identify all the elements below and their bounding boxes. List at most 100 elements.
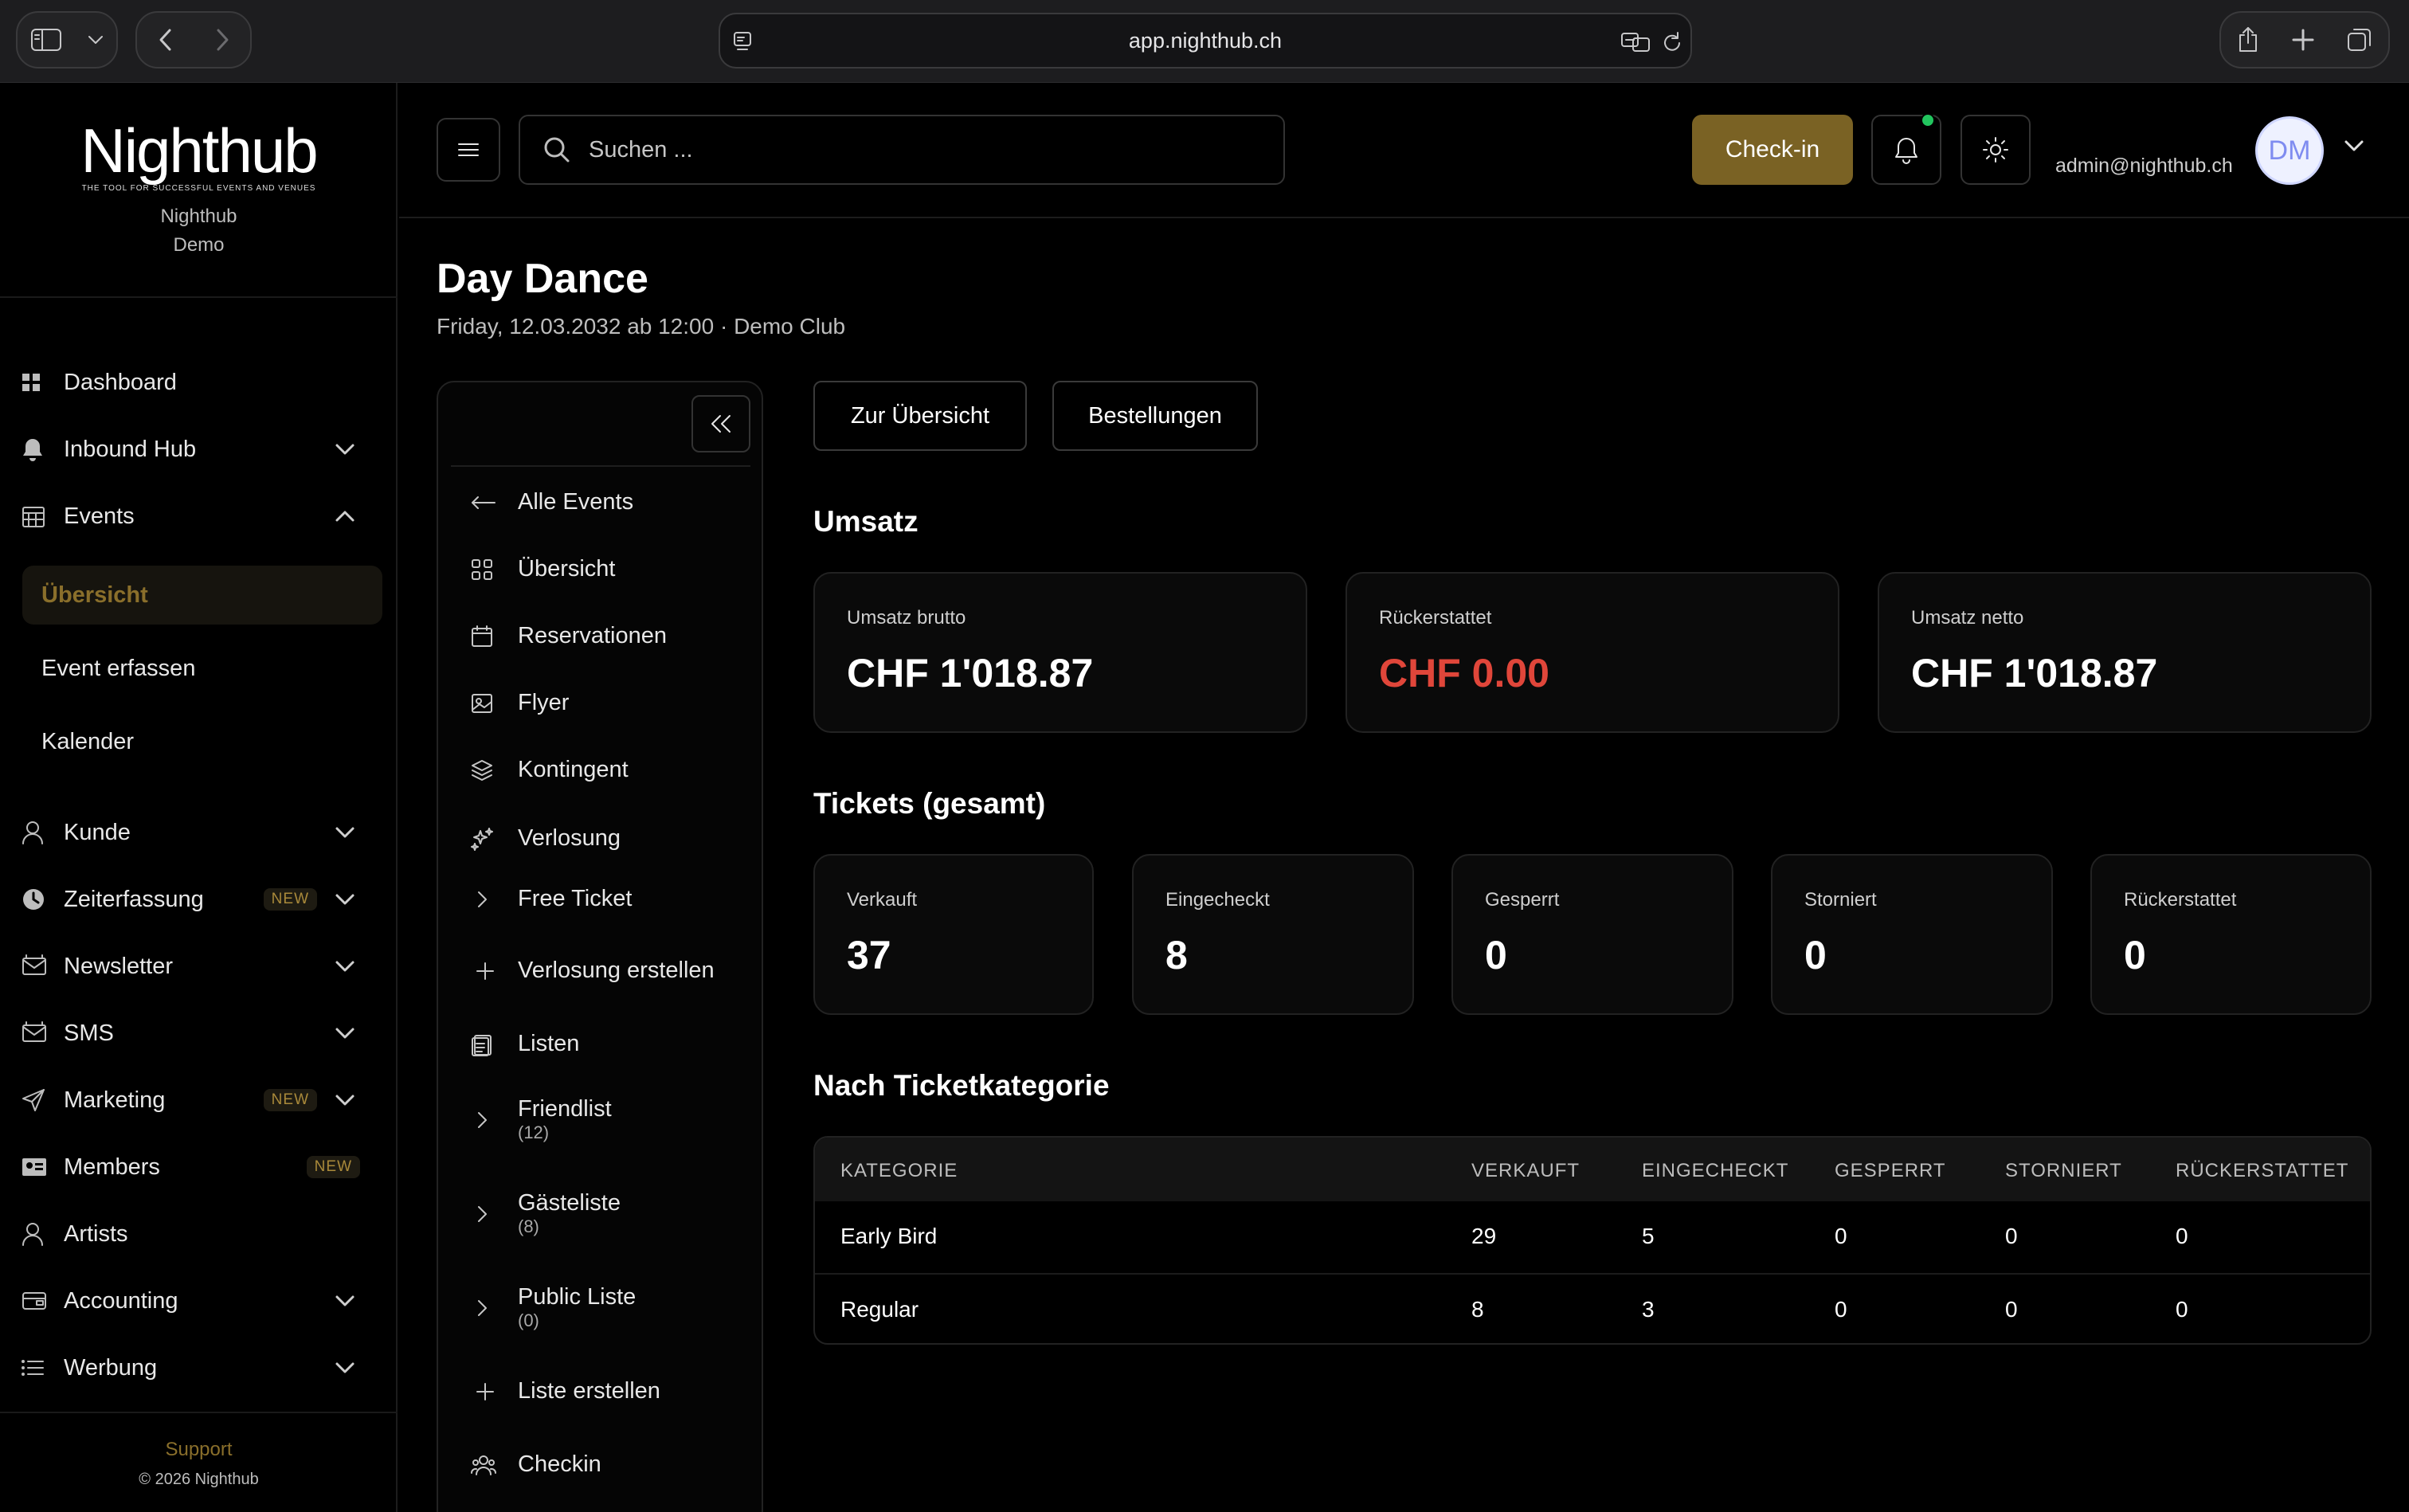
ticket-card-storniert: Storniert 0 (1771, 854, 2053, 1015)
checkin-button[interactable]: Check-in (1692, 115, 1853, 185)
ticket-card-verkauft: Verkauft 37 (813, 854, 1094, 1015)
sidebar-item-inbound-hub[interactable]: Inbound Hub (21, 425, 379, 473)
sidebar-toggle-button[interactable] (16, 11, 118, 69)
url-text: app.nighthub.ch (1128, 29, 1283, 53)
sidebar-item-label: Zeiterfassung (64, 886, 204, 912)
sidebar: Nighthub THE TOOL FOR SUCCESSFUL EVENTS … (0, 83, 398, 1512)
grid-icon (470, 558, 518, 582)
avatar[interactable]: DM (2255, 116, 2324, 185)
sidebar-item-sms[interactable]: SMS (21, 1009, 379, 1057)
address-bar[interactable]: app.nighthub.ch (719, 13, 1692, 69)
table-cell: 0 (2005, 1224, 2018, 1248)
subnav-item-reservationen[interactable]: Reservationen (470, 623, 749, 649)
sidebar-subitem-uebersicht[interactable]: Übersicht (22, 566, 382, 625)
back-icon[interactable] (158, 28, 174, 52)
column-header[interactable]: KATEGORIE (840, 1160, 958, 1182)
history-nav (135, 11, 252, 69)
new-badge: NEW (263, 1089, 317, 1111)
column-header[interactable]: VERKAUFT (1471, 1160, 1580, 1182)
list-count: (8) (518, 1216, 539, 1236)
sidebar-item-zeiterfassung[interactable]: Zeiterfassung NEW (21, 875, 379, 923)
subnav-child-verlosung-erstellen[interactable]: Verlosung erstellen (475, 958, 754, 984)
subnav-child-gaesteliste[interactable]: Gästeliste (8) (475, 1190, 754, 1237)
reload-icon[interactable] (1662, 30, 1684, 54)
chevron-down-icon[interactable] (335, 1361, 355, 1374)
page-title: Day Dance (437, 256, 648, 302)
subnav-child-liste-erstellen[interactable]: Liste erstellen (475, 1378, 754, 1404)
sidebar-item-marketing[interactable]: Marketing NEW (21, 1076, 379, 1124)
sidebar-subitem-event-erfassen[interactable]: Event erfassen (22, 639, 382, 698)
subnav-item-uebersicht[interactable]: Übersicht (470, 556, 749, 582)
column-header[interactable]: EINGECHECKT (1642, 1160, 1788, 1182)
ticket-card-eingecheckt: Eingecheckt 8 (1132, 854, 1414, 1015)
sidebar-item-kunde[interactable]: Kunde (21, 809, 379, 856)
zur-uebersicht-button[interactable]: Zur Übersicht (813, 381, 1027, 451)
sidebar-item-members[interactable]: Members NEW (21, 1143, 379, 1191)
sidebar-item-accounting[interactable]: Accounting (21, 1277, 379, 1325)
sidebar-item-newsletter[interactable]: Newsletter (21, 942, 379, 990)
collapse-subnav-button[interactable] (691, 395, 750, 452)
share-icon[interactable] (2236, 25, 2260, 54)
subnav-item-listen[interactable]: Listen (470, 1031, 749, 1057)
chevron-down-icon[interactable] (335, 1295, 355, 1307)
table-row[interactable]: Early Bird 29 5 0 0 0 (815, 1201, 2370, 1273)
notification-dot (1921, 113, 1935, 127)
column-header[interactable]: GESPERRT (1835, 1160, 1946, 1182)
revenue-card-brutto: Umsatz brutto CHF 1'018.87 (813, 572, 1307, 733)
revenue-card-rueckerstattet: Rückerstattet CHF 0.00 (1346, 572, 1839, 733)
chevron-down-icon[interactable] (2343, 139, 2365, 153)
support-link[interactable]: Support (0, 1439, 398, 1461)
nighthub-logo[interactable]: Nighthub THE TOOL FOR SUCCESSFUL EVENTS … (0, 115, 398, 193)
sidebar-item-werbung[interactable]: Werbung (21, 1344, 379, 1392)
subnav-child-free-ticket[interactable]: Free Ticket (475, 886, 754, 912)
subnav-item-flyer[interactable]: Flyer (470, 690, 749, 716)
translate-icon[interactable] (1620, 30, 1652, 54)
notifications-button[interactable] (1871, 113, 1941, 185)
chevron-right-icon (475, 1110, 518, 1130)
card-value: 0 (2124, 933, 2146, 977)
menu-button[interactable] (437, 118, 500, 182)
tab-overview-icon[interactable] (2346, 26, 2373, 53)
forward-icon[interactable] (214, 28, 230, 52)
sidebar-subitem-kalender[interactable]: Kalender (22, 712, 382, 771)
chevron-down-icon[interactable] (335, 1094, 355, 1107)
bestellungen-button[interactable]: Bestellungen (1052, 381, 1258, 451)
chevron-down-icon[interactable] (335, 443, 355, 456)
chevron-down-icon[interactable] (335, 960, 355, 973)
sidebar-item-label: Artists (64, 1220, 128, 1247)
clock-icon (21, 887, 64, 912)
section-title-umsatz: Umsatz (813, 505, 919, 538)
organization-line2: Demo (173, 234, 225, 256)
table-cell: 0 (2176, 1297, 2188, 1322)
subnav-item-alle-events[interactable]: Alle Events (470, 489, 749, 515)
column-header[interactable]: STORNIERT (2005, 1160, 2122, 1182)
sidebar-item-artists[interactable]: Artists (21, 1210, 379, 1258)
subnav-child-label: Liste erstellen (518, 1378, 660, 1404)
subnav-item-verlosung[interactable]: Verlosung (470, 825, 749, 852)
new-tab-icon[interactable] (2291, 28, 2315, 52)
theme-toggle-button[interactable] (1960, 115, 2031, 185)
subnav-child-friendlist[interactable]: Friendlist (12) (475, 1096, 754, 1143)
top-header: Suchen ... Check-in admin@nighthub.ch DM (399, 83, 2409, 218)
subnav-item-label: Kontingent (518, 757, 629, 782)
card-value: 37 (847, 933, 891, 977)
sidebar-item-label: Members (64, 1154, 160, 1180)
search-icon (544, 137, 570, 163)
chevron-down-icon[interactable] (335, 893, 355, 906)
sidebar-item-events[interactable]: Events (21, 492, 379, 540)
chevron-down-icon[interactable] (335, 826, 355, 839)
subnav-child-label: Gästeliste (518, 1190, 621, 1216)
column-header[interactable]: RÜCKERSTATTET (2176, 1160, 2348, 1182)
chevron-up-icon[interactable] (335, 510, 355, 523)
subnav-item-label: Checkin (518, 1451, 601, 1477)
subnav-item-kontingent[interactable]: Kontingent (470, 757, 749, 783)
user-icon (21, 820, 64, 845)
search-input[interactable]: Suchen ... (519, 115, 1285, 185)
card-label: Umsatz netto (1911, 607, 2024, 629)
sidebar-item-dashboard[interactable]: Dashboard (21, 358, 379, 406)
card-label: Eingecheckt (1165, 889, 1270, 911)
chevron-down-icon[interactable] (335, 1027, 355, 1040)
subnav-item-checkin[interactable]: Checkin (470, 1451, 749, 1478)
table-row[interactable]: Regular 8 3 0 0 0 (815, 1273, 2370, 1343)
subnav-child-public-liste[interactable]: Public Liste (0) (475, 1284, 754, 1331)
